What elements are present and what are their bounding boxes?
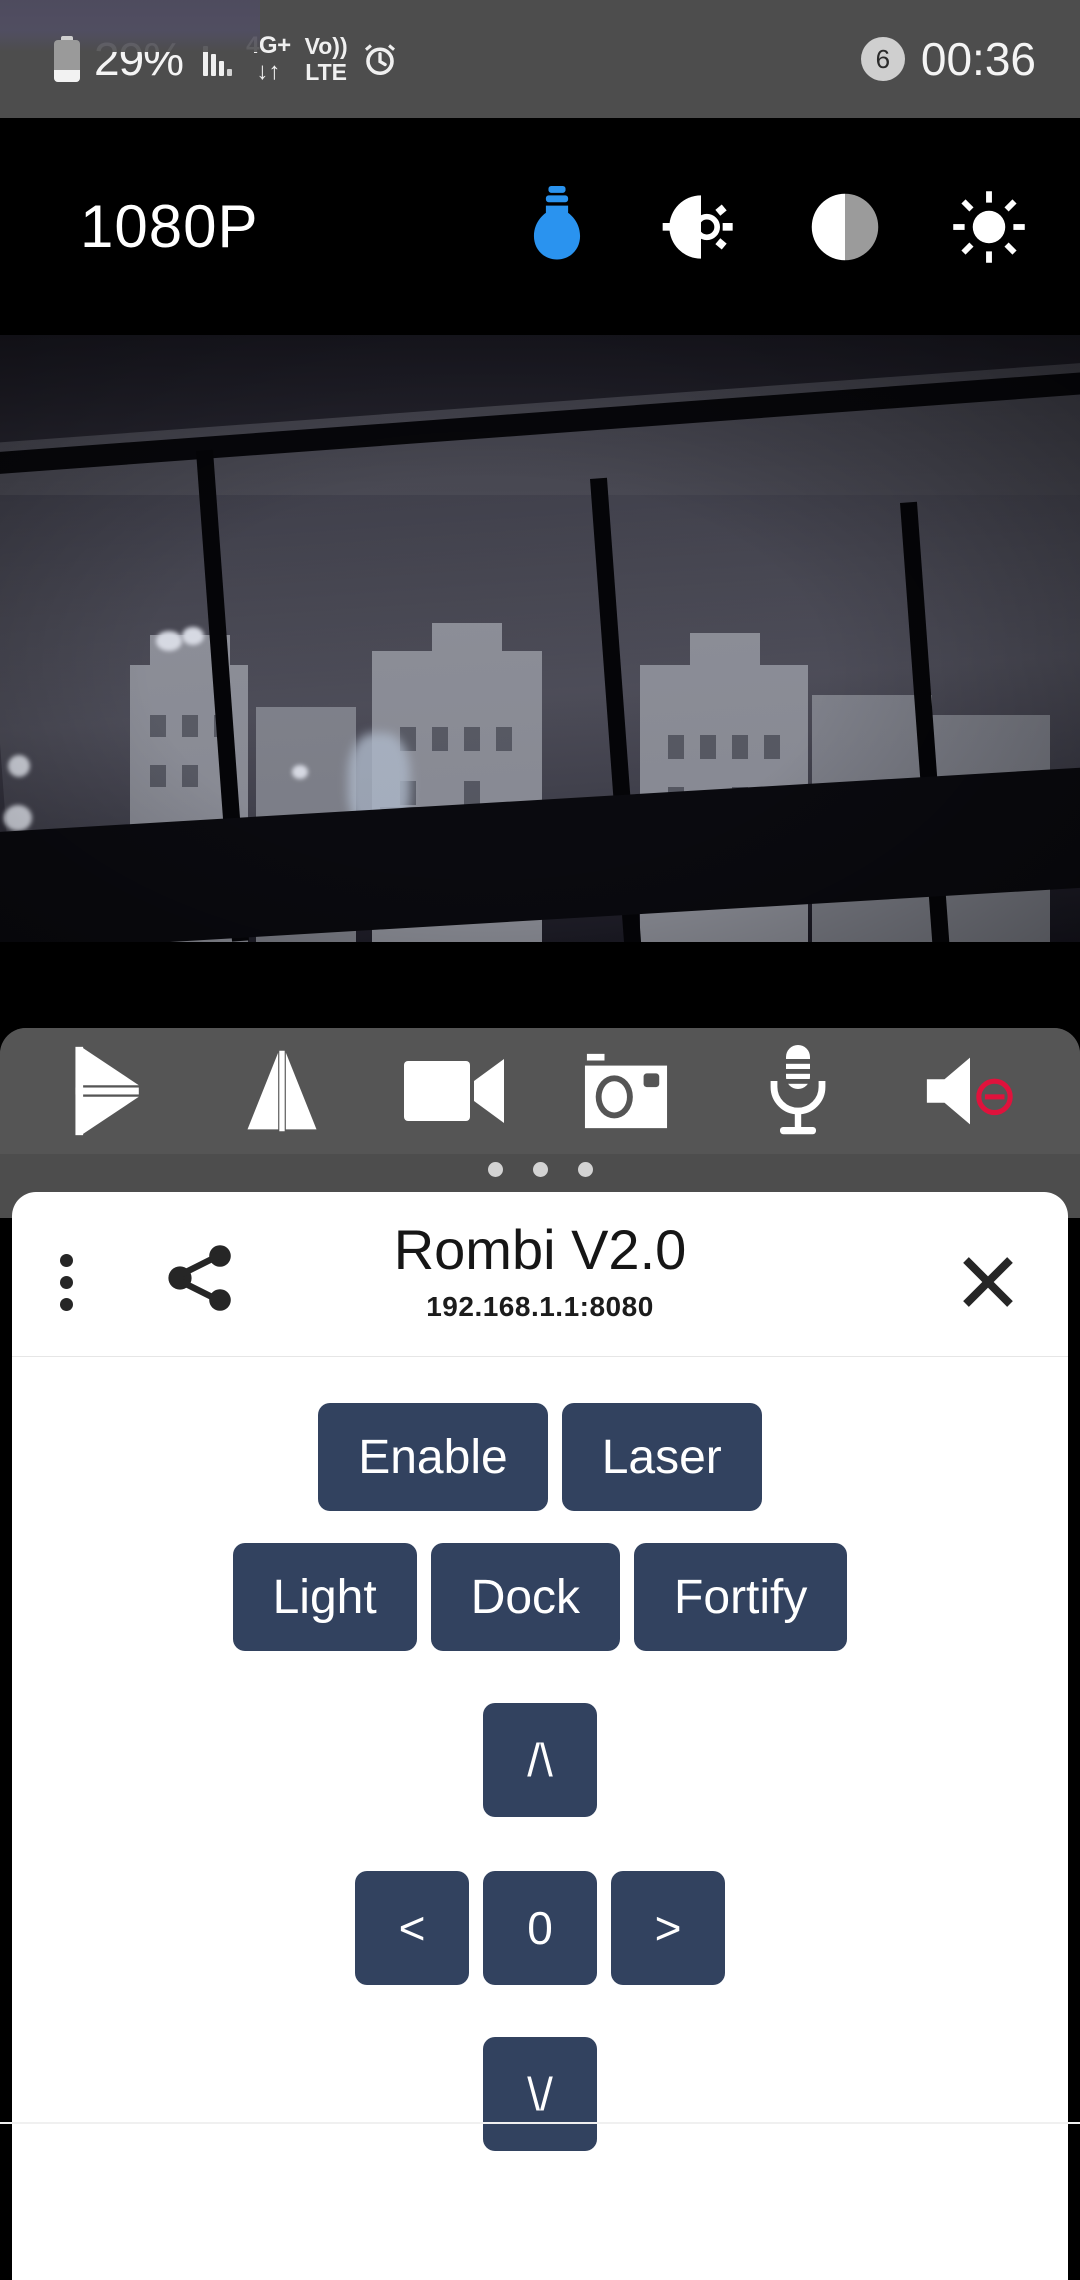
dpad-down-button[interactable]: \/	[483, 2037, 597, 2151]
speaker-muted-icon[interactable]	[915, 1043, 1025, 1139]
dpad-row-up: /\	[483, 1703, 597, 1817]
laser-button[interactable]: Laser	[561, 1403, 762, 1511]
dpad: /\ < 0 > \/	[12, 1703, 1068, 2151]
status-bar: 29% 4G+ ↓↑ Vo)) LTE 6 00:36	[0, 0, 1080, 118]
action-row-2: Light Dock Fortify	[12, 1543, 1068, 1651]
exposure-icon[interactable]	[660, 186, 742, 268]
page-title: Rombi V2.0	[393, 1218, 687, 1281]
photo-camera-icon[interactable]	[571, 1043, 681, 1139]
status-bar-left: 29% 4G+ ↓↑ Vo)) LTE	[54, 34, 398, 84]
dock-button[interactable]: Dock	[430, 1543, 621, 1651]
network-type-indicator: 4G+ ↓↑	[246, 34, 291, 84]
lightbulb-icon[interactable]	[516, 185, 598, 268]
video-record-icon[interactable]	[399, 1043, 509, 1139]
resolution-label: 1080P	[80, 193, 259, 260]
network-type-label: 4G+	[246, 32, 291, 59]
page-dot[interactable]	[577, 1162, 593, 1177]
dpad-up-button[interactable]: /\	[483, 1703, 597, 1817]
battery-percent-label: 29%	[94, 33, 184, 85]
video-vignette	[0, 335, 1080, 942]
close-icon[interactable]	[950, 1244, 1026, 1320]
signal-bars-icon	[203, 42, 233, 76]
sheet-titles: Rombi V2.0 192.168.1.1:8080	[12, 1216, 1068, 1323]
page-dot[interactable]	[532, 1162, 548, 1177]
dpad-right-button[interactable]: >	[611, 1871, 725, 1985]
page-indicator[interactable]	[0, 1162, 1080, 1177]
sheet-divider	[0, 2122, 1080, 2124]
control-toolbar	[0, 1028, 1080, 1154]
enable-button[interactable]: Enable	[318, 1403, 548, 1511]
flip-vertical-icon[interactable]	[55, 1043, 165, 1139]
video-feed[interactable]	[0, 335, 1080, 942]
volte-indicator: Vo)) LTE	[304, 32, 348, 85]
flip-horizontal-icon[interactable]	[227, 1043, 337, 1139]
device-address-label: 192.168.1.1:8080	[426, 1291, 654, 1323]
app-screen: 29% 4G+ ↓↑ Vo)) LTE 6 00:36 1080P Rombi …	[0, 0, 1080, 2280]
status-bar-clock: 00:36	[920, 33, 1036, 85]
alarm-icon	[362, 41, 398, 77]
fortify-button[interactable]: Fortify	[634, 1543, 848, 1651]
action-row-1: Enable Laser	[12, 1403, 1068, 1511]
volte-label-bottom: LTE	[305, 58, 347, 85]
sheet-header: Rombi V2.0 192.168.1.1:8080	[12, 1192, 1068, 1357]
camera-header: 1080P	[0, 118, 1080, 335]
dpad-left-button[interactable]: <	[355, 1871, 469, 1985]
microphone-icon[interactable]	[743, 1043, 853, 1139]
dpad-row-down: \/	[483, 2037, 597, 2151]
dpad-center-button[interactable]: 0	[483, 1871, 597, 1985]
status-bar-right: 6 00:36	[860, 33, 1036, 85]
light-button[interactable]: Light	[232, 1543, 417, 1651]
notification-count-badge: 6	[860, 37, 905, 81]
page-dot[interactable]	[487, 1162, 503, 1177]
contrast-icon[interactable]	[804, 186, 886, 268]
camera-header-icons	[516, 185, 1080, 268]
volte-label-top: Vo))	[304, 32, 348, 59]
control-sheet: Rombi V2.0 192.168.1.1:8080 Enable Laser…	[12, 1192, 1068, 2280]
brightness-icon[interactable]	[948, 186, 1030, 268]
dpad-row-middle: < 0 >	[355, 1871, 725, 1985]
data-arrows-icon: ↓↑	[256, 58, 281, 85]
battery-icon	[54, 36, 80, 82]
